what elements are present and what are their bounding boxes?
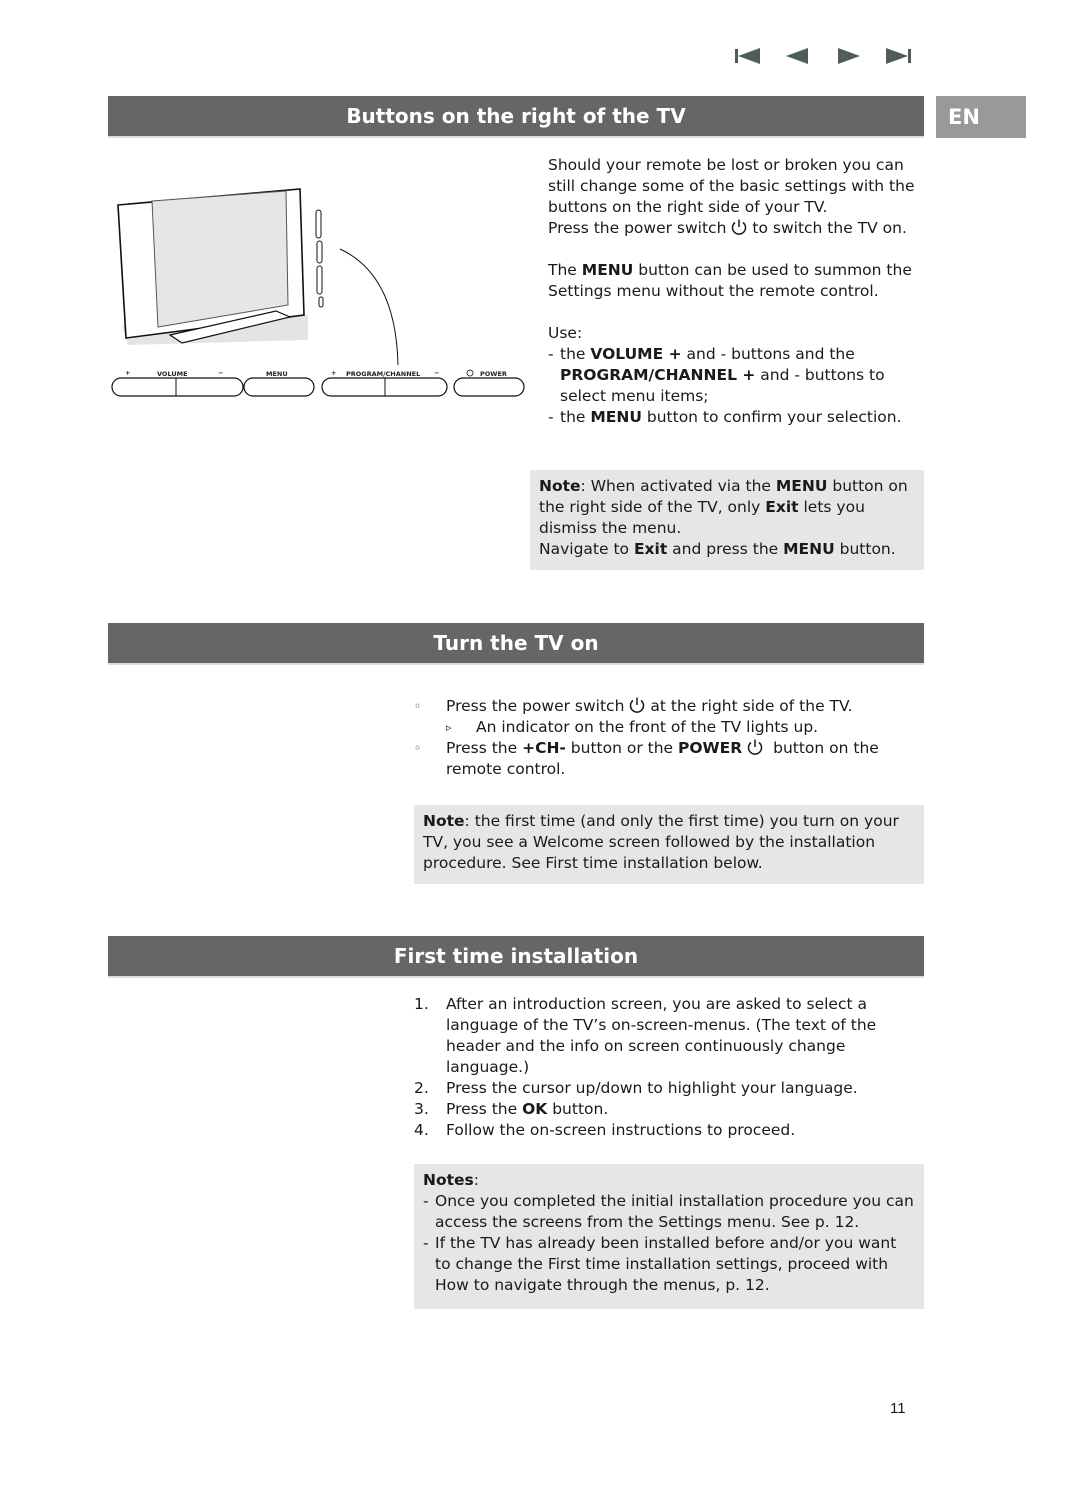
language-tag: EN <box>936 96 1026 138</box>
power-paragraph: Press the power switch to switch the TV o… <box>548 219 907 237</box>
turn-on-steps: ◦ Press the power switch at the right sid… <box>414 696 924 780</box>
page-navigation <box>734 46 912 66</box>
power-label: POWER <box>480 370 507 378</box>
step-item: 2. Press the cursor up/down to highlight … <box>414 1079 858 1097</box>
volume-minus-label: − <box>218 369 224 377</box>
installation-steps: 1. After an introduction screen, you are … <box>414 994 924 1141</box>
use-item: - the VOLUME + and - buttons and the PRO… <box>548 345 885 405</box>
program-channel-label: PROGRAM/CHANNEL <box>346 370 421 378</box>
section-title: Turn the TV on <box>433 631 599 655</box>
power-icon <box>732 219 747 235</box>
page-number: 11 <box>890 1400 906 1417</box>
section-title: Buttons on the right of the TV <box>346 104 686 128</box>
step-item: 1. After an introduction screen, you are … <box>414 995 877 1076</box>
last-page-icon[interactable] <box>884 46 912 66</box>
language-label: EN <box>948 105 980 129</box>
note-box-first-time: Note: the first time (and only the first… <box>414 805 924 884</box>
notes-box-installation: Notes: - Once you completed the initial i… <box>414 1164 924 1309</box>
first-page-icon[interactable] <box>734 46 762 66</box>
volume-label: VOLUME <box>157 370 188 378</box>
use-item: - the MENU button to confirm your select… <box>548 408 902 426</box>
list-subitem: ▹ An indicator on the front of the TV li… <box>446 718 819 736</box>
intro-paragraph: Should your remote be lost or broken you… <box>548 156 915 216</box>
step-item: 3. Press the OK button. <box>414 1100 609 1118</box>
program-minus-label: − <box>434 369 440 377</box>
previous-page-icon[interactable] <box>784 46 812 66</box>
section-header-installation: First time installation <box>108 936 924 978</box>
tv-illustration: + VOLUME − MENU + PROGRAM/CHANNEL − POWE… <box>108 175 528 405</box>
list-item: ◦ Press the power switch at the right sid… <box>414 697 853 715</box>
section-header-turn-on: Turn the TV on <box>108 623 924 665</box>
use-label: Use: <box>548 324 583 342</box>
buttons-description: Should your remote be lost or broken you… <box>548 155 923 428</box>
section-title: First time installation <box>393 944 639 968</box>
list-item: ◦ Press the +CH- button or the POWER but… <box>414 739 879 778</box>
power-icon <box>630 697 645 713</box>
program-plus-label: + <box>331 369 337 377</box>
note-box-menu: Note: When activated via the MENU button… <box>530 470 924 570</box>
next-page-icon[interactable] <box>834 46 862 66</box>
note-item: - Once you completed the initial installa… <box>423 1192 914 1231</box>
step-item: 4. Follow the on-screen instructions to p… <box>414 1121 796 1139</box>
power-icon <box>747 739 763 755</box>
volume-plus-label: + <box>125 369 131 377</box>
section-header-buttons: Buttons on the right of the TV <box>108 96 924 138</box>
menu-label: MENU <box>266 370 288 378</box>
menu-paragraph: The MENU button can be used to summon th… <box>548 261 912 300</box>
note-item: - If the TV has already been installed be… <box>423 1234 897 1294</box>
